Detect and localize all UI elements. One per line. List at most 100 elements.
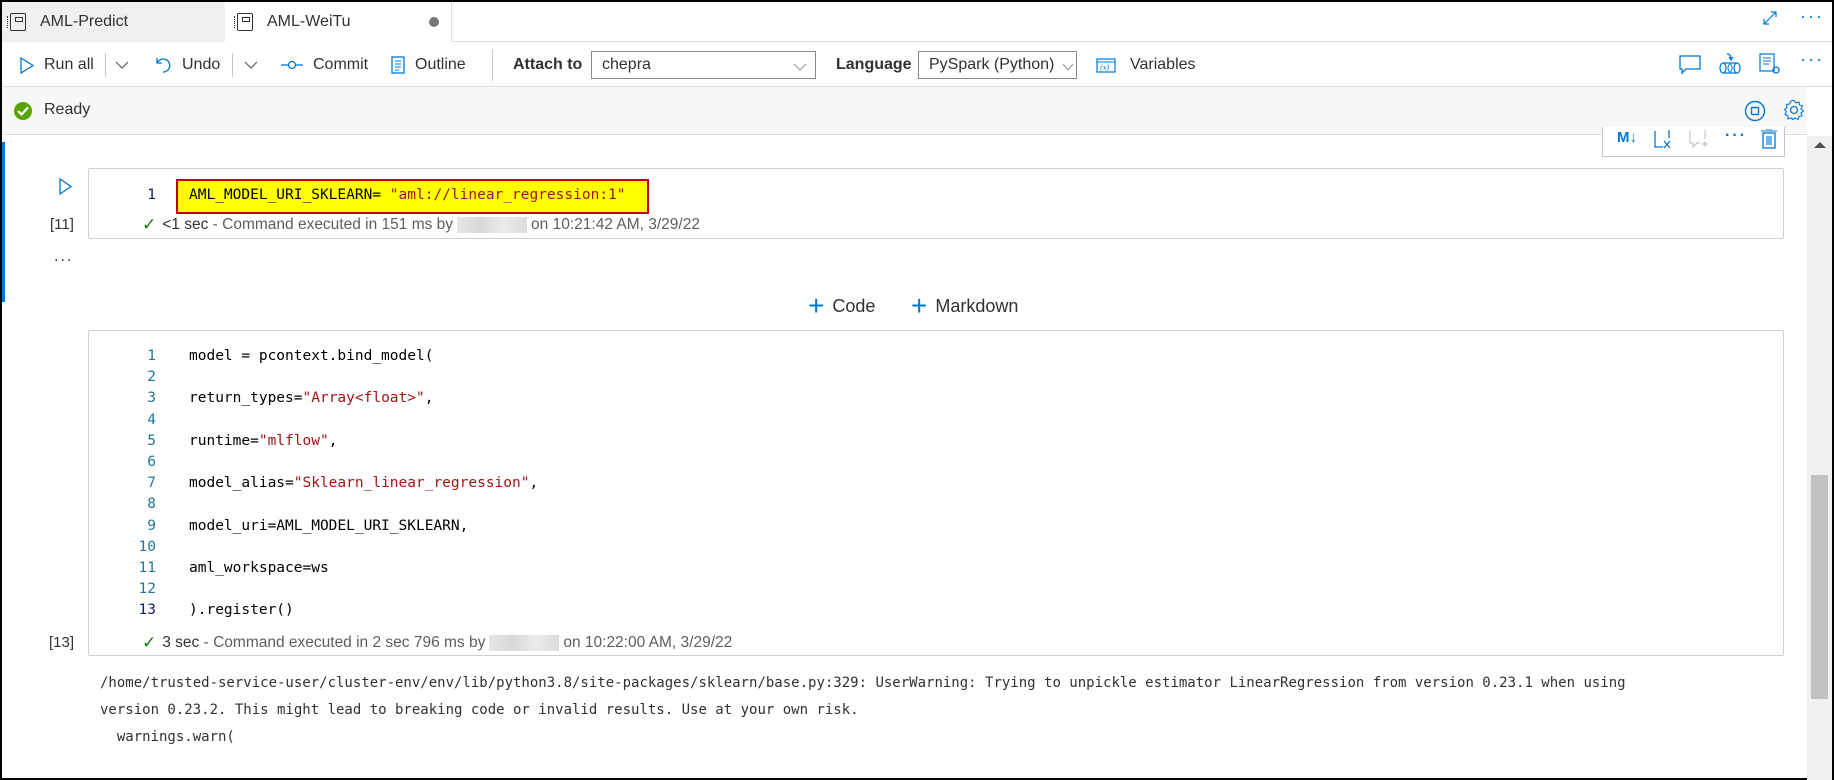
divider [492,49,493,81]
line-number: 7 [147,475,156,492]
more-icon[interactable]: ··· [1725,127,1747,145]
tab-aml-weitu[interactable]: AML-WeiTu [225,2,452,42]
plus-icon: + [808,290,825,321]
code-line[interactable]: aml_workspace=ws [189,560,329,576]
notebook-toolbar: Run all Undo Commit Outline Attach to ch… [2,43,1832,87]
execution-count: [13] [49,634,75,651]
tab-label: AML-Predict [40,13,129,30]
clear-output-icon[interactable] [1653,129,1673,156]
output-line: version 0.23.2. This might lead to break… [100,702,859,718]
line-number: 5 [147,432,156,449]
stop-session-icon[interactable] [1744,100,1766,127]
output-line: /home/trusted-service-user/cluster-env/e… [100,675,1626,691]
expand-icon[interactable] [1762,10,1778,31]
more-icon[interactable]: ··· [1800,49,1824,70]
code-line[interactable]: model_uri=AML_MODEL_URI_SKLEARN, [189,518,468,534]
markdown-toggle-icon[interactable]: M↓ [1617,129,1637,146]
code-line[interactable]: ).register() [189,602,294,618]
plus-icon: + [911,290,928,321]
execution-message: - Command executed in 151 ms by [212,216,454,233]
commit-button[interactable]: Commit [281,43,368,87]
run-all-button[interactable]: Run all [20,43,94,87]
add-markdown-label: Markdown [935,295,1019,316]
undo-button[interactable]: Undo [154,43,220,87]
scroll-up-arrow-icon[interactable] [1814,142,1826,148]
add-markdown-cell-button[interactable]: + Markdown [911,292,1018,320]
undo-label: Undo [182,56,221,73]
line-number: 11 [138,560,156,576]
execution-time: on 10:22:00 AM, 3/29/22 [563,634,733,651]
code-line[interactable]: model_alias="Sklearn_linear_regression", [189,475,538,491]
line-number: 1 [147,348,156,364]
line-number: 13 [138,602,156,619]
code-line[interactable]: return_types="Array<float>", [189,390,433,406]
code-text: AML_MODEL_URI_SKLEARN= [189,187,390,203]
line-number: 6 [147,454,156,470]
output-line: warnings.warn( [100,729,235,745]
code-text: model = pcontext.bind_model( [189,348,434,364]
tab-label: AML-WeiTu [267,13,351,30]
more-icon[interactable]: ··· [1800,6,1824,27]
notebook-icon [7,13,26,31]
run-all-label: Run all [44,56,94,73]
run-cell-play-icon[interactable] [59,177,73,200]
divider [105,53,106,77]
code-text: , [424,390,434,407]
commit-label: Commit [313,56,369,73]
execution-status: ✓ <1 sec - Command executed in 151 ms by… [142,215,700,235]
properties-icon[interactable] [1759,53,1781,80]
comments-icon[interactable] [1679,55,1701,80]
add-comment-icon[interactable] [1688,129,1710,156]
code-text: runtime= [189,432,259,449]
variables-button[interactable]: (x) Variables [1096,43,1196,87]
code-line[interactable]: runtime="mlflow", [189,433,337,449]
unsaved-dot-icon[interactable] [429,17,439,27]
code-text: aml_workspace=ws [189,560,329,576]
line-number: 4 [147,411,156,428]
execution-duration: <1 sec [162,216,209,233]
svg-text:(x): (x) [1100,64,1110,72]
code-cell[interactable] [88,330,1784,656]
status-bar: Ready [2,87,1807,135]
language-label: Language [836,56,912,73]
execution-status: ✓ 3 sec - Command executed in 2 sec 796 … [142,633,732,653]
scrollbar-thumb[interactable] [1811,475,1828,699]
cell-more-ellipsis[interactable]: ... [54,248,73,266]
ready-check-icon [14,102,32,120]
active-cell-indicator [2,142,5,302]
line-number: 3 [147,390,156,407]
language-select[interactable]: PySpark (Python) [918,51,1077,79]
redacted-username [489,635,560,651]
code-line[interactable]: AML_MODEL_URI_SKLEARN= "aml://linear_reg… [189,187,626,203]
undo-options-chevron-down-icon[interactable] [244,43,258,87]
code-string: "Array<float>" [302,390,425,407]
code-text: model_alias= [189,475,294,492]
code-string: "aml://linear_regression:1" [389,187,626,203]
attach-to-value: chepra [602,56,651,73]
add-code-cell-button[interactable]: + Code [808,292,875,320]
tab-aml-predict[interactable]: AML-Predict [2,2,225,42]
variables-label: Variables [1130,56,1196,73]
redacted-username [457,217,528,233]
gear-icon[interactable] [1783,99,1805,126]
code-text: ).register() [189,602,294,619]
outline-label: Outline [415,56,466,73]
code-string: "mlflow" [258,432,329,449]
outline-button[interactable]: Outline [391,43,466,87]
delete-cell-icon[interactable] [1761,128,1777,154]
line-number: 10 [138,538,156,555]
notebook-icon [234,13,253,31]
code-line[interactable]: model = pcontext.bind_model( [189,348,433,364]
code-text: return_types= [189,390,303,407]
code-text: , [328,432,338,449]
status-text: Ready [44,101,91,118]
line-number: 8 [147,496,156,513]
code-text: model_uri=AML_MODEL_URI_SKLEARN, [189,517,469,534]
success-check-icon: ✓ [142,215,157,234]
success-check-icon: ✓ [142,633,157,652]
attach-to-select[interactable]: chepra [591,51,816,79]
run-options-chevron-down-icon[interactable] [115,43,129,87]
pipeline-icon[interactable] [1718,53,1742,80]
code-text: , [529,475,539,492]
variables-icon: (x) [1096,57,1116,73]
